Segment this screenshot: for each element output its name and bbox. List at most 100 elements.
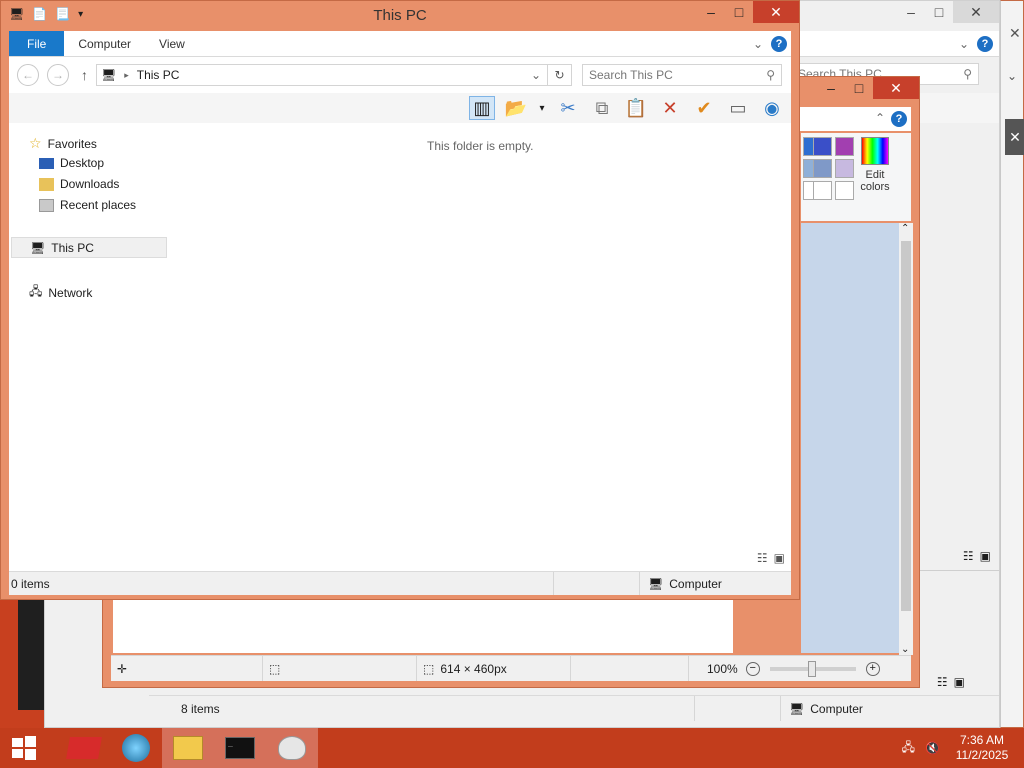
maximize-button[interactable]: □ — [845, 77, 873, 99]
paint-canvas[interactable] — [113, 597, 733, 653]
large-icons-view-icon[interactable]: ▣ — [980, 549, 991, 563]
palette-swatch[interactable] — [813, 181, 832, 200]
taskbar-app-browser[interactable] — [110, 728, 162, 768]
search-icon: ⚲ — [963, 67, 972, 81]
close-button[interactable]: ✕ — [953, 1, 999, 23]
palette-swatch[interactable] — [835, 159, 854, 178]
nav-item-network[interactable]: 🖧 Network — [29, 282, 92, 303]
help-icon[interactable]: ? — [977, 36, 993, 52]
image-size-icon: ⬚ — [423, 661, 435, 676]
chevron-icon[interactable]: ⌄ — [1007, 69, 1017, 83]
details-view-icon[interactable]: ☷ — [937, 675, 948, 689]
close-icon[interactable]: ✕ — [1009, 25, 1021, 42]
minimize-button[interactable]: – — [897, 1, 925, 23]
tab-view[interactable]: View — [145, 31, 199, 56]
paint-caption-buttons: – □ ✕ — [817, 77, 919, 99]
details-view-icon[interactable]: ☷ — [757, 551, 768, 565]
paint-palette-icon — [278, 736, 306, 760]
paste-icon[interactable]: 📋 — [623, 96, 649, 120]
zoom-in-button[interactable]: + — [865, 661, 880, 676]
clock-time: 7:36 AM — [959, 733, 1005, 747]
close-icon[interactable]: ✕ — [1005, 119, 1024, 155]
taskbar-app-command-prompt[interactable]: _ — [214, 728, 266, 768]
navigation-pane: ☆ Favorites Desktop Downloads Recent pla… — [9, 123, 167, 571]
close-button[interactable]: ✕ — [753, 1, 799, 23]
paint-vertical-scrollbar[interactable]: ⌃ ⌄ — [899, 223, 913, 655]
checkmark-icon[interactable]: ✔ — [691, 96, 717, 120]
scroll-down-icon[interactable]: ⌄ — [901, 644, 909, 655]
statusbar: 0 items 🖥 Computer — [9, 571, 791, 595]
desktop-icon — [39, 157, 54, 169]
far-right-window[interactable]: ✕ ⌄ ✕ — [1000, 0, 1024, 728]
palette-swatch[interactable] — [813, 159, 832, 178]
tab-computer[interactable]: Computer — [64, 31, 145, 56]
details-view-icon[interactable]: ☷ — [963, 549, 974, 563]
help-icon[interactable]: ? — [891, 111, 907, 127]
large-icons-view-icon[interactable]: ▣ — [774, 551, 785, 565]
shell-icon[interactable]: ◉ — [759, 96, 785, 120]
back-button[interactable]: ← — [17, 64, 39, 86]
zoom-slider-knob[interactable] — [807, 660, 816, 677]
nav-item-desktop[interactable]: Desktop — [39, 156, 104, 170]
scroll-thumb[interactable] — [901, 241, 911, 611]
search-input[interactable]: Search This PC ⚲ — [582, 64, 782, 86]
bottom-view-buttons: ☷ ▣ — [937, 675, 965, 689]
desktop-icon-strip — [18, 598, 44, 710]
titlebar[interactable]: 🖥 📄 📃 ▾ This PC – □ ✕ — [1, 1, 799, 31]
address-dropdown-icon[interactable]: ⌄ — [531, 68, 541, 82]
maximize-button[interactable]: □ — [725, 1, 753, 23]
nav-item-downloads[interactable]: Downloads — [39, 177, 119, 191]
downloads-folder-icon — [39, 177, 54, 191]
clock[interactable]: 7:36 AM 11/2/2025 — [950, 733, 1014, 763]
taskbar-app-store[interactable] — [58, 728, 110, 768]
palette-swatch[interactable] — [835, 137, 854, 156]
dropdown-icon[interactable]: ▾ — [537, 96, 547, 120]
paint-statusbar: ✛ ⬚ ⬚ 614 × 460px 100% − + — [111, 655, 911, 681]
address-field[interactable]: 🖥 ▸ This PC ⌄ — [96, 64, 548, 86]
edit-colors-button[interactable]: Edit colors — [855, 137, 895, 193]
up-button[interactable]: ↑ — [81, 67, 88, 83]
palette-swatch[interactable] — [813, 137, 832, 156]
close-button[interactable]: ✕ — [873, 77, 919, 99]
zoom-slider[interactable] — [769, 660, 856, 677]
minimize-button[interactable]: – — [697, 1, 725, 23]
rename-icon[interactable]: ▭ — [725, 96, 751, 120]
large-icons-view-icon[interactable]: ▣ — [954, 675, 965, 689]
maximize-button[interactable]: □ — [925, 1, 953, 23]
tab-file[interactable]: File — [9, 31, 65, 56]
open-folder-icon[interactable]: 📂 — [503, 96, 529, 120]
nav-item-favorites[interactable]: ☆ Favorites — [29, 135, 97, 152]
refresh-button[interactable]: ↻ — [548, 64, 572, 86]
minimize-button[interactable]: – — [817, 77, 845, 99]
nav-item-this-pc[interactable]: 🖥 This PC — [11, 237, 167, 258]
network-tray-icon[interactable]: 🖧 — [902, 738, 915, 759]
nav-item-recent-places[interactable]: Recent places — [39, 198, 136, 212]
zoom-out-button[interactable]: − — [745, 661, 760, 676]
chevron-down-icon[interactable]: ⌄ — [959, 37, 969, 51]
cut-icon[interactable]: ✂ — [555, 96, 581, 120]
nav-label: This PC — [51, 240, 94, 255]
taskbar-app-file-explorer[interactable] — [162, 728, 214, 768]
view-buttons: ☷ ▣ — [757, 551, 785, 565]
search-placeholder: Search This PC — [589, 68, 673, 82]
start-button[interactable] — [0, 728, 48, 768]
nav-label: Desktop — [60, 156, 105, 170]
chevron-down-icon[interactable]: ⌄ — [753, 37, 763, 51]
volume-muted-icon[interactable]: 🔇 — [925, 741, 940, 755]
help-icon[interactable]: ? — [771, 35, 787, 52]
paint-canvas-background — [801, 223, 899, 653]
collapse-ribbon-icon[interactable]: ⌃ — [875, 111, 885, 125]
scroll-up-icon[interactable]: ⌃ — [901, 223, 909, 234]
main-explorer-window[interactable]: 🖥 📄 📃 ▾ This PC – □ ✕ File Computer View… — [0, 0, 800, 600]
forward-button[interactable]: → — [47, 64, 69, 86]
breadcrumb-chevron-icon[interactable]: ▸ — [124, 70, 129, 81]
command-toolbar: ▥ 📂 ▾ ✂ ⧉ 📋 ✕ ✔ ▭ ◉ — [9, 93, 791, 123]
preview-pane-icon[interactable]: ▥ — [469, 96, 495, 120]
edit-colors-label: Edit colors — [860, 169, 890, 193]
taskbar-app-paint[interactable] — [266, 728, 318, 768]
delete-icon[interactable]: ✕ — [657, 96, 683, 120]
folder-icon — [173, 736, 203, 760]
copy-icon[interactable]: ⧉ — [589, 96, 615, 120]
palette-swatch[interactable] — [835, 181, 854, 200]
status-items: 0 items — [9, 572, 554, 595]
